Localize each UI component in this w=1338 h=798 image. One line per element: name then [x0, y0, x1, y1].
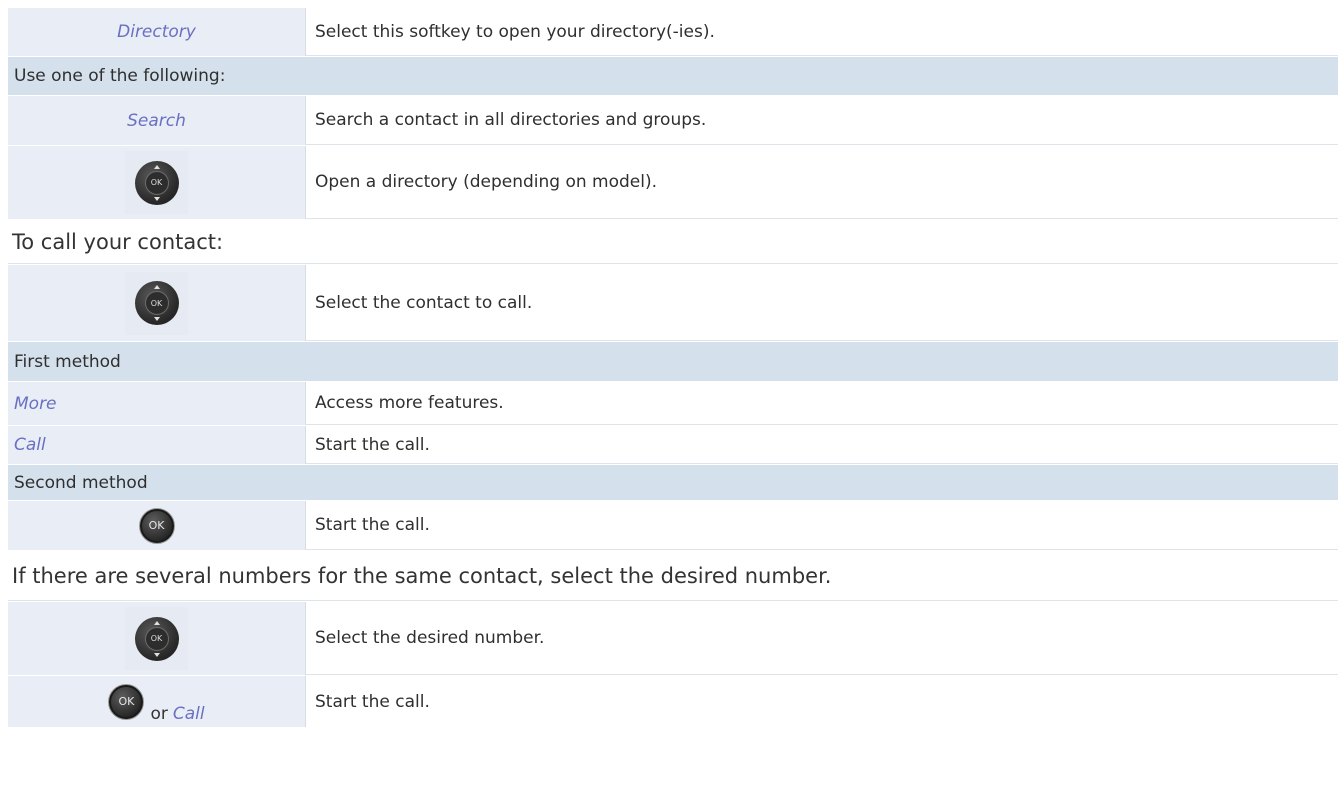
step-row-more: More Access more features. — [8, 382, 1338, 426]
navigator-ok-icon[interactable]: OK — [125, 151, 188, 214]
step-row-select-number: OK Select the desired number. — [8, 602, 1338, 676]
softkey-call[interactable]: Call — [14, 435, 46, 455]
section-band: Use one of the following: — [8, 57, 1338, 95]
key-cell: OK — [8, 265, 305, 341]
description-cell: Start the call. — [305, 426, 1338, 464]
navigator-ok-icon[interactable]: OK — [125, 271, 188, 335]
softkey-more[interactable]: More — [14, 394, 57, 414]
ok-key-icon[interactable]: OK — [108, 683, 145, 720]
navigator-ok-icon[interactable]: OK — [125, 607, 188, 670]
description-cell: Open a directory (depending on model). — [305, 146, 1338, 219]
description-cell: Search a contact in all directories and … — [305, 96, 1338, 145]
key-cell: Directory — [8, 8, 305, 56]
softkey-call[interactable]: Call — [173, 704, 205, 724]
band-row: First method — [8, 342, 1338, 382]
description-cell: Select the contact to call. — [305, 265, 1338, 341]
section-band: First method — [8, 342, 1338, 381]
key-cell: OK — [8, 146, 305, 219]
key-cell: OK or Call — [8, 676, 305, 727]
key-cell: Search — [8, 96, 305, 145]
ok-key-icon[interactable]: OK — [138, 507, 175, 544]
step-row-ok-or-call: OK or Call Start the call. — [8, 676, 1338, 728]
softkey-search[interactable]: Search — [127, 111, 186, 131]
heading-row: If there are several numbers for the sam… — [8, 551, 1338, 602]
step-row-open-directory: OK Open a directory (depending on model)… — [8, 146, 1338, 220]
key-cell: More — [8, 382, 305, 425]
step-row-call: Call Start the call. — [8, 426, 1338, 465]
description-cell: Start the call. — [305, 501, 1338, 550]
section-heading: If there are several numbers for the sam… — [8, 551, 1338, 601]
key-cell: OK — [8, 602, 305, 675]
step-row-ok-call: OK Start the call. — [8, 501, 1338, 551]
key-cell: OK — [8, 501, 305, 550]
step-row-directory: Directory Select this softkey to open yo… — [8, 8, 1338, 57]
key-cell: Call — [8, 426, 305, 464]
step-row-select-contact: OK Select the contact to call. — [8, 265, 1338, 342]
description-cell: Access more features. — [305, 382, 1338, 425]
description-cell: Start the call. — [305, 676, 1338, 727]
description-cell: Select the desired number. — [305, 602, 1338, 675]
band-row: Use one of the following: — [8, 57, 1338, 96]
step-row-search: Search Search a contact in all directori… — [8, 96, 1338, 146]
section-band: Second method — [8, 465, 1338, 500]
instruction-table: Directory Select this softkey to open yo… — [8, 8, 1338, 728]
softkey-directory[interactable]: Directory — [117, 22, 196, 42]
description-cell: Select this softkey to open your directo… — [305, 8, 1338, 56]
section-heading: To call your contact: — [8, 220, 1338, 264]
heading-row: To call your contact: — [8, 220, 1338, 265]
band-row: Second method — [8, 465, 1338, 501]
or-text: or — [150, 703, 168, 724]
